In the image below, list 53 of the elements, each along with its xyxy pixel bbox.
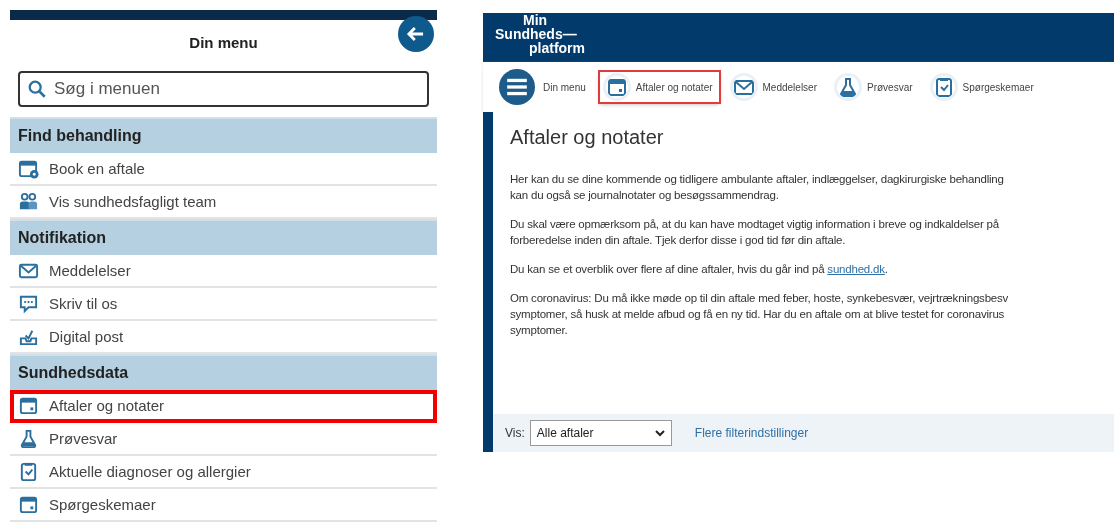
nav-link[interactable]: Aftaler og notater [599,72,719,102]
search-field[interactable]: Søg i menuen [18,70,429,107]
filter-dropdown[interactable]: Alle aftaler [529,420,672,446]
body-text: kan du også se journalnotater og besøgssammendrag. [510,188,780,203]
nav-link[interactable]: Meddelelser [726,72,823,102]
menu-icon [499,69,535,105]
menu-title: Din menu [189,33,258,51]
body-text: Her kan du se dine kommende og tidligere ambulante aftaler, indlæggelser, dagkirurgiske behandling [510,172,1005,187]
body-text: Om coronavirus: Du må ikke møde op til din aftale med feber, hoste, synkebesvær, vejrtrækningsbesv [510,291,1010,306]
flask-icon [18,428,39,449]
menu-item[interactable]: Book en aftale [10,152,437,186]
menu-item[interactable]: Aktuelle diagnoser og allergier [10,456,437,489]
people-icon [18,190,39,212]
body-text: symptomer, så husk at melde afbud og få en ny tid. Har du en aftale om at blive testet for coronavirus [510,307,1006,322]
filter-link[interactable]: Flere filterindstillinger [694,426,809,440]
menu-item[interactable]: Meddelelser [10,254,437,288]
filter-label: Vis: [505,426,525,440]
body-text: symptomer. [510,323,569,338]
menu-item[interactable]: Spørgeskemaer [10,489,437,522]
section-heading: Find behandling [10,116,437,153]
logo-text: Min Sundheds— platform [495,13,586,55]
sundhed-link[interactable]: sundhed.dk [827,263,885,275]
clipboard-icon [18,461,39,482]
nav-link[interactable]: Spørgeskemaer [926,72,1040,102]
nav-link[interactable]: Prøvesvar [831,72,919,102]
calendar-icon [18,395,39,416]
menu-item-label: Book en aftale [49,159,145,177]
menu-item-label: Spørgeskemaer [49,496,156,513]
caret-icon [654,428,665,438]
menu-item-label: Skriv til os [49,294,118,312]
section-heading: Sundhedsdata [10,353,437,390]
clipboard-icon [932,76,955,98]
nav-link[interactable]: Din menu [493,65,592,109]
menu-item-label: Aktuelle diagnoser og allergier [49,463,251,480]
back-button[interactable] [398,15,434,52]
body-text: Du kan se et overblik over flere af dine aftaler, hvis du går ind på [510,263,826,275]
menu-item-label: Vis sundhedsfagligt team [49,192,217,210]
section-heading: Notifikation [10,218,437,255]
menu-item-label: Aftaler og notater [49,397,165,414]
body-text: . [884,263,888,275]
menu-item[interactable]: Aftaler og notater [10,390,437,423]
body-text: Du skal være opmærksom på, at du kan have modtaget vigtig information i breve og indkaldelser på [510,217,1000,232]
calendar-icon [18,494,39,515]
menu-item-label: Digital post [49,327,124,345]
envelope-icon [732,76,755,98]
menu-item-label: Meddelelser [49,261,131,279]
menu-item-label: Prøvesvar [49,430,118,447]
flask-icon [837,76,859,98]
menu-item[interactable]: Skriv til os [10,287,437,321]
page-title: Aftaler og notater [510,126,665,149]
menu-item[interactable]: Prøvesvar [10,423,437,456]
body-text: forberedelse inden din aftale. Tjek derfor disse i god tid før din aftale. [510,233,847,248]
calendar-icon [605,76,628,98]
